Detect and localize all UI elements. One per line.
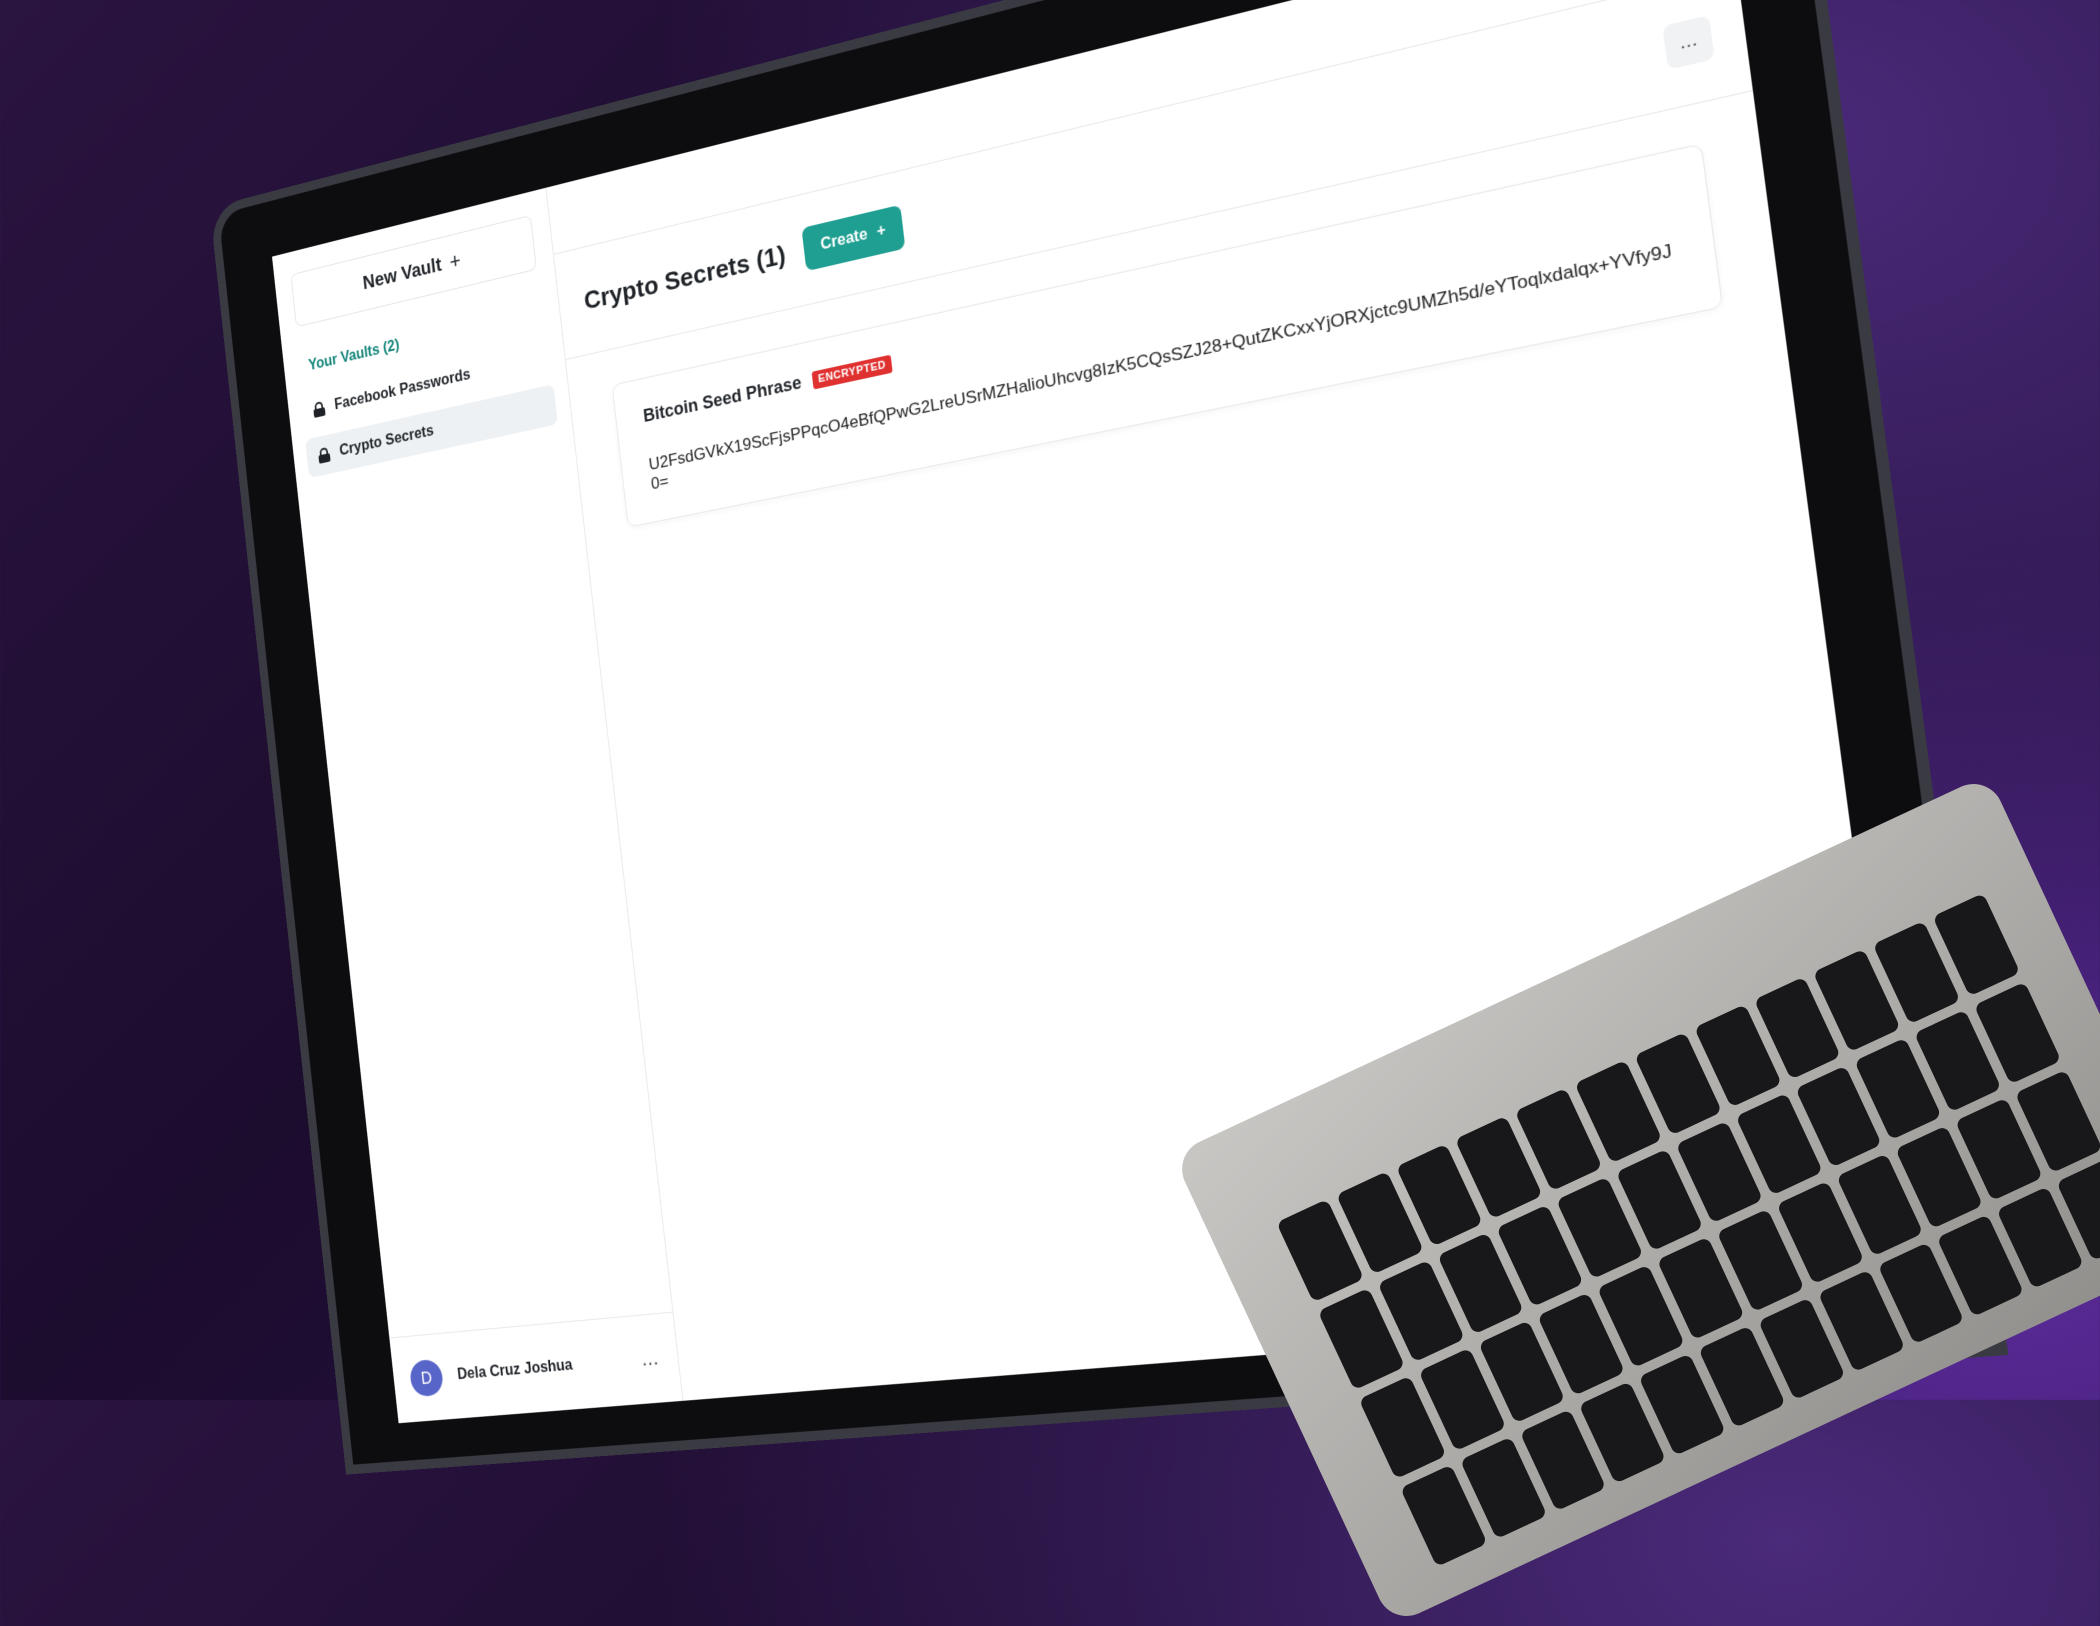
page-title: Crypto Secrets (1) [582, 239, 787, 316]
plus-icon: + [876, 222, 887, 242]
vault-item-label: Crypto Secrets [339, 423, 435, 460]
create-label: Create [820, 226, 869, 255]
encrypted-badge: ENCRYPTED [812, 354, 893, 389]
ellipsis-icon: … [1678, 30, 1699, 54]
user-menu-icon[interactable]: … [640, 1347, 661, 1371]
avatar[interactable]: D [409, 1359, 445, 1398]
create-button[interactable]: Create + [801, 205, 905, 272]
secret-title: Bitcoin Seed Phrase [642, 372, 802, 427]
new-vault-label: New Vault [362, 254, 443, 294]
plus-icon: + [448, 248, 462, 275]
more-options-button[interactable]: … [1662, 15, 1714, 70]
user-name: Dela Cruz Joshua [457, 1352, 626, 1384]
new-vault-button[interactable]: New Vault + [290, 215, 537, 328]
lock-icon [318, 447, 331, 464]
lock-icon [313, 401, 326, 418]
